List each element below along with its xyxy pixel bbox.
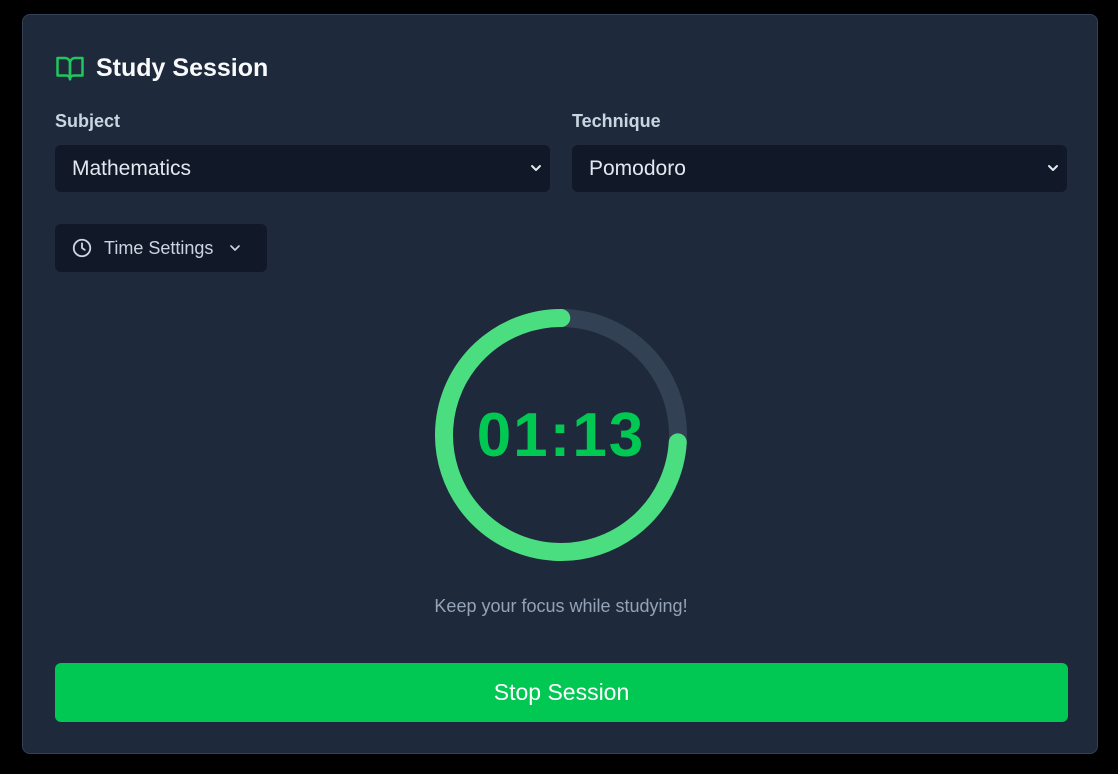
technique-label: Technique [572,111,661,131]
timer-display: 01:13 [476,400,646,470]
technique-select-value: Pomodoro [589,156,686,180]
time-settings-label: Time Settings [104,237,214,258]
open-book-icon [56,56,84,81]
study-session-card: Study Session Subject Mathematics Techni… [22,14,1098,754]
timer-progress-ring: 01:13 [431,305,691,565]
subject-select-value: Mathematics [72,156,192,180]
subject-select[interactable]: Mathematics [55,145,550,192]
chevron-down-icon [1048,165,1058,171]
subject-label: Subject [55,111,121,131]
clock-icon [72,238,92,258]
time-settings-toggle[interactable]: Time Settings [55,224,267,272]
page-title: Study Session [96,54,269,82]
technique-select[interactable]: Pomodoro [572,145,1067,192]
chevron-down-icon [230,245,241,251]
card-header: Study Session [55,53,268,83]
focus-message: Keep your focus while studying! [434,596,688,616]
chevron-down-icon [531,165,541,171]
stop-session-button[interactable]: Stop Session [55,663,1068,722]
